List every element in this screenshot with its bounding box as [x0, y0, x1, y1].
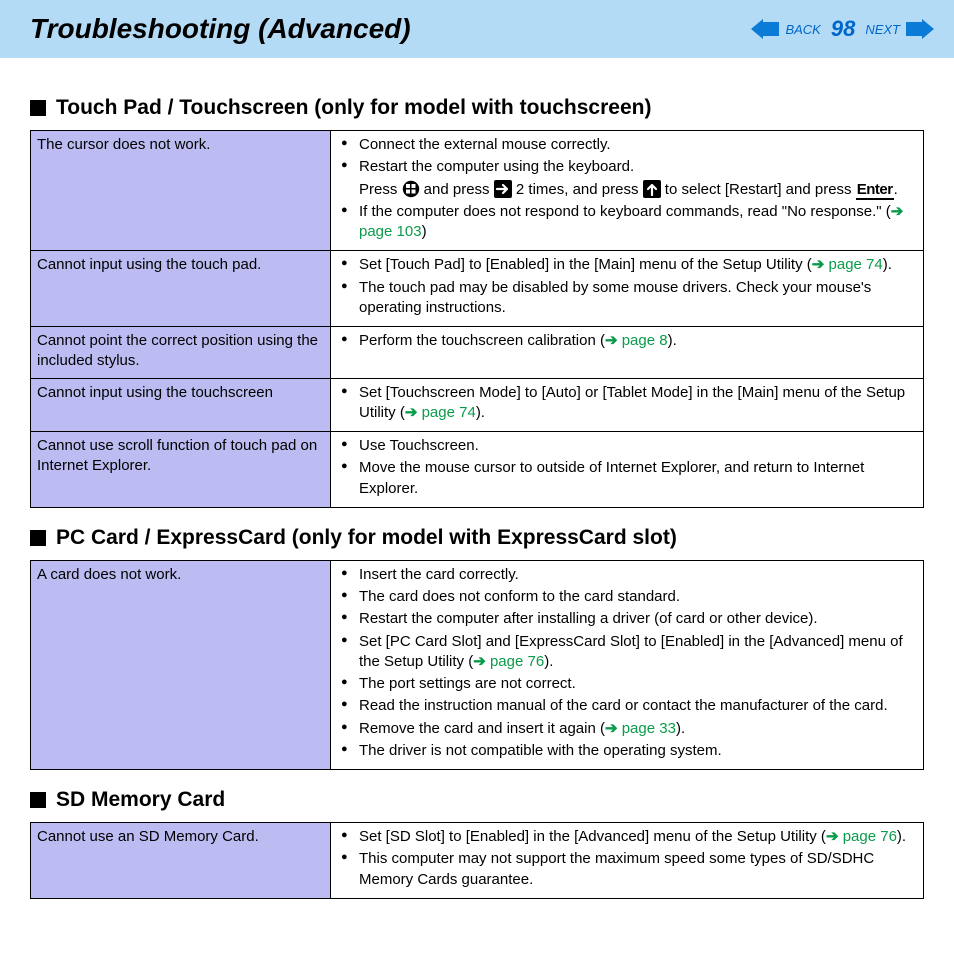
page-link-arrow-icon: ➔ [605, 332, 618, 349]
page-link[interactable]: page 76 [490, 653, 544, 670]
solution-item: Read the instruction manual of the card … [341, 696, 917, 716]
page-link[interactable]: page 8 [622, 332, 668, 349]
symptom-cell: Cannot input using the touch pad. [31, 251, 331, 327]
solution-item: Set [SD Slot] to [Enabled] in the [Advan… [341, 827, 917, 847]
page-link-arrow-icon: ➔ [826, 828, 839, 845]
solution-item: Connect the external mouse correctly. [341, 135, 917, 155]
section-heading: PC Card / ExpressCard (only for model wi… [30, 526, 924, 550]
page-link-arrow-icon: ➔ [812, 256, 825, 273]
solution-item: Move the mouse cursor to outside of Inte… [341, 458, 917, 499]
solution-item: Remove the card and insert it again (➔ p… [341, 719, 917, 739]
header-bar: Troubleshooting (Advanced) BACK 98 NEXT [0, 0, 954, 58]
solution-item: Set [Touchscreen Mode] to [Auto] or [Tab… [341, 383, 917, 424]
solution-item: Restart the computer using the keyboard. [341, 157, 917, 177]
solution-cell: Connect the external mouse correctly.Res… [331, 131, 924, 251]
solution-item: This computer may not support the maximu… [341, 849, 917, 890]
table-row: Cannot use scroll function of touch pad … [31, 432, 924, 508]
square-bullet-icon [30, 792, 46, 808]
key-enter: Enter [856, 181, 894, 200]
section-heading-text: Touch Pad / Touchscreen (only for model … [56, 96, 651, 120]
next-arrow-icon[interactable] [906, 19, 934, 39]
table-row: Cannot point the correct position using … [31, 327, 924, 379]
page-link[interactable]: page 33 [622, 720, 676, 737]
page-content: Touch Pad / Touchscreen (only for model … [0, 58, 954, 929]
solution-cell: Set [Touchscreen Mode] to [Auto] or [Tab… [331, 378, 924, 432]
table-row: A card does not work.Insert the card cor… [31, 560, 924, 769]
table-row: The cursor does not work.Connect the ext… [31, 131, 924, 251]
windows-key-icon [402, 180, 420, 198]
arrow-right-key-icon [494, 180, 512, 198]
solution-cell: Use Touchscreen.Move the mouse cursor to… [331, 432, 924, 508]
troubleshooting-table: The cursor does not work.Connect the ext… [30, 130, 924, 508]
table-row: Cannot input using the touchscreenSet [T… [31, 378, 924, 432]
page-title: Troubleshooting (Advanced) [30, 13, 751, 45]
troubleshooting-table: A card does not work.Insert the card cor… [30, 560, 924, 770]
arrow-up-key-icon [643, 180, 661, 198]
back-arrow-icon[interactable] [751, 19, 779, 39]
symptom-cell: A card does not work. [31, 560, 331, 769]
square-bullet-icon [30, 100, 46, 116]
solution-item: If the computer does not respond to keyb… [341, 202, 917, 243]
section-heading-text: PC Card / ExpressCard (only for model wi… [56, 526, 677, 550]
solution-cell: Set [SD Slot] to [Enabled] in the [Advan… [331, 823, 924, 899]
symptom-cell: Cannot input using the touchscreen [31, 378, 331, 432]
section-heading-text: SD Memory Card [56, 788, 225, 812]
symptom-cell: Cannot point the correct position using … [31, 327, 331, 379]
solution-item: The card does not conform to the card st… [341, 587, 917, 607]
section-heading: Touch Pad / Touchscreen (only for model … [30, 96, 924, 120]
page-link-arrow-icon: ➔ [891, 203, 904, 220]
symptom-cell: Cannot use scroll function of touch pad … [31, 432, 331, 508]
table-row: Cannot input using the touch pad. Set [To… [31, 251, 924, 327]
symptom-cell: Cannot use an SD Memory Card. [31, 823, 331, 899]
page-link-arrow-icon: ➔ [605, 720, 618, 737]
page-link[interactable]: page 103 [359, 223, 422, 240]
solution-item: Restart the computer after installing a … [341, 609, 917, 629]
troubleshooting-table: Cannot use an SD Memory Card. Set [SD Slo… [30, 822, 924, 899]
page-link-arrow-icon: ➔ [405, 404, 418, 421]
solution-item: The port settings are not correct. [341, 674, 917, 694]
back-button[interactable]: BACK [785, 22, 820, 37]
solution-item: Perform the touchscreen calibration (➔ p… [341, 331, 917, 351]
solution-cell: Perform the touchscreen calibration (➔ p… [331, 327, 924, 379]
section-heading: SD Memory Card [30, 788, 924, 812]
solution-item: The touch pad may be disabled by some mo… [341, 278, 917, 319]
solution-item: Set [PC Card Slot] and [ExpressCard Slot… [341, 632, 917, 673]
solution-item: Insert the card correctly. [341, 565, 917, 585]
symptom-cell: The cursor does not work. [31, 131, 331, 251]
page-link[interactable]: page 74 [829, 256, 883, 273]
solution-item: Set [Touch Pad] to [Enabled] in the [Mai… [341, 255, 917, 275]
solution-cell: Set [Touch Pad] to [Enabled] in the [Mai… [331, 251, 924, 327]
solution-cell: Insert the card correctly.The card does … [331, 560, 924, 769]
next-button[interactable]: NEXT [865, 22, 900, 37]
table-row: Cannot use an SD Memory Card. Set [SD Slo… [31, 823, 924, 899]
solution-item: The driver is not compatible with the op… [341, 741, 917, 761]
page-number: 98 [831, 16, 855, 42]
page-link[interactable]: page 76 [843, 828, 897, 845]
solution-subline: Press and press 2 times, and press to se… [341, 180, 917, 200]
page-nav: BACK 98 NEXT [751, 16, 934, 42]
page-link-arrow-icon: ➔ [473, 653, 486, 670]
page-link[interactable]: page 74 [422, 404, 476, 421]
solution-item: Use Touchscreen. [341, 436, 917, 456]
square-bullet-icon [30, 530, 46, 546]
